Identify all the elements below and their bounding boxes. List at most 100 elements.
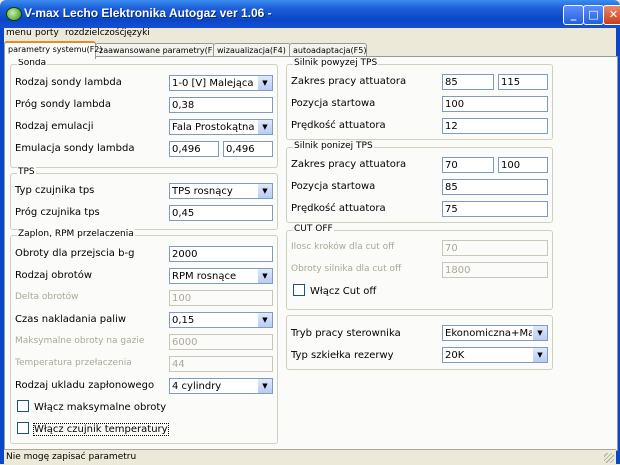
zaplon-group-title: Zaplon, RPM przelaczenia	[17, 229, 135, 239]
cutoff-checkbox[interactable]: Włącz Cut off	[293, 284, 376, 297]
rodzaj-sondy-value: 1-0 [V] Malejąca	[172, 78, 254, 89]
silnik-powyzej-group: Silnik powyzej TPS Zakres pracy attuator…	[286, 58, 553, 140]
silnik-ponizej-title: Silnik ponizej TPS	[293, 141, 374, 151]
tab-parametry-systemu[interactable]: parametry systemu(F2)	[4, 41, 103, 59]
powyzej-predkosc-label: Prędkość attuatora	[291, 120, 386, 131]
tryb-pracy-label: Tryb pracy sterownika	[291, 328, 401, 339]
app-icon	[6, 7, 22, 21]
ponizej-predkosc-input[interactable]: 75	[442, 201, 548, 217]
typ-czujnika-tps-label: Typ czujnika tps	[15, 185, 95, 196]
menu-item-porty[interactable]: porty	[35, 28, 59, 38]
ponizej-zakres-input-1[interactable]: 70	[442, 157, 494, 173]
dropdown-arrow-icon: ▼	[532, 326, 547, 340]
czujnik-temperatury-checkbox[interactable]: Włącz czujnik temperatury	[17, 422, 169, 436]
tryb-pracy-value: Ekonomiczna+Max	[445, 328, 541, 339]
obroty-przejscia-input[interactable]: 2000	[169, 246, 273, 262]
dropdown-arrow-icon: ▼	[257, 313, 272, 327]
rodzaj-emulacji-value: Fala Prostokątna	[172, 122, 255, 133]
prog-czujnika-tps-input[interactable]: 0,45	[169, 205, 273, 221]
menu-item-rozdzielczosc[interactable]: rozdzielczość	[65, 28, 125, 38]
sonda-group: Sonda Rodzaj sondy lambda 1-0 [V] Maleją…	[10, 58, 278, 168]
cutoff-obroty-input: 1800	[442, 262, 548, 278]
dropdown-arrow-icon: ▼	[257, 120, 272, 134]
typ-czujnika-tps-select[interactable]: TPS rosnący ▼	[169, 183, 273, 199]
rodzaj-ukladu-label: Rodzaj ukladu zapłonowego	[15, 380, 155, 391]
menu-item-menu[interactable]: menu	[6, 28, 32, 38]
rodzaj-emulacji-label: Rodzaj emulacji	[15, 121, 94, 132]
cutoff-checkbox-label: Włącz Cut off	[310, 286, 377, 297]
powyzej-predkosc-input[interactable]: 12	[442, 118, 548, 134]
rodzaj-emulacji-select[interactable]: Fala Prostokątna ▼	[169, 119, 273, 135]
rodzaj-ukladu-value: 4 cylindry	[172, 381, 222, 392]
powyzej-zakres-input-1[interactable]: 85	[442, 74, 494, 90]
typ-szkielka-label: Typ szkiełka rezerwy	[291, 350, 394, 361]
obroty-przejscia-label: Obroty dla przejscia b-g	[15, 248, 135, 259]
prog-czujnika-tps-label: Próg czujnika tps	[15, 207, 100, 218]
rodzaj-obrotow-value: RPM rosnące	[172, 271, 237, 282]
maksymalne-obroty-checkbox[interactable]: Włącz maksymalne obroty	[17, 400, 166, 413]
menu-bar: menu porty rozdzielczość języki	[4, 28, 616, 41]
status-text: Nie mogę zapisać parametru	[6, 452, 137, 462]
tab-strip: parametry systemu(F2) zaawansowane param…	[4, 41, 616, 59]
emulacja-sondy-input-2[interactable]: 0,496	[223, 141, 273, 157]
dropdown-arrow-icon: ▼	[257, 184, 272, 198]
temperatura-przelaczenia-label: Temperatura przełaczenia	[15, 358, 132, 368]
ponizej-pozycja-label: Pozycja startowa	[291, 181, 376, 192]
delta-obrotow-input: 100	[169, 290, 273, 306]
rodzaj-ukladu-select[interactable]: 4 cylindry ▼	[169, 378, 273, 394]
ponizej-zakres-label: Zakres pracy attuatora	[291, 159, 407, 170]
tryb-pracy-group: Tryb pracy sterownika Ekonomiczna+Max ▼ …	[286, 315, 553, 370]
powyzej-pozycja-input[interactable]: 100	[442, 96, 548, 112]
delta-obrotow-label: Delta obrotów	[15, 292, 79, 302]
tab-panel: Sonda Rodzaj sondy lambda 1-0 [V] Maleją…	[4, 56, 618, 451]
powyzej-zakres-input-2[interactable]: 115	[498, 74, 548, 90]
cutoff-group: CUT OFF Ilosc kroków dla cut off 70 Obro…	[286, 224, 553, 310]
tab-zaawansowane-parametry[interactable]: zaawansowane parametry(F3)	[95, 43, 221, 57]
czas-nakladania-value: 0,15	[172, 315, 195, 326]
window-title: V-max Lecho Elektronika Autogaz ver 1.06…	[24, 6, 272, 20]
typ-szkielka-value: 20K	[445, 350, 465, 361]
title-bar[interactable]: V-max Lecho Elektronika Autogaz ver 1.06…	[0, 0, 620, 28]
tps-group-title: TPS	[17, 167, 36, 177]
silnik-powyzej-title: Silnik powyzej TPS	[293, 58, 379, 68]
ponizej-pozycja-input[interactable]: 85	[442, 179, 548, 195]
prog-sondy-label: Próg sondy lambda	[15, 99, 111, 110]
czas-nakladania-select[interactable]: 0,15 ▼	[169, 312, 273, 328]
powyzej-zakres-label: Zakres pracy attuatora	[291, 76, 407, 87]
minimize-button[interactable]: _	[563, 5, 584, 25]
tab-autoadaptacja[interactable]: autoadaptacja(F5)	[289, 43, 367, 57]
dropdown-arrow-icon: ▼	[257, 379, 272, 393]
ponizej-zakres-input-2[interactable]: 100	[498, 157, 548, 173]
powyzej-pozycja-label: Pozycja startowa	[291, 98, 376, 109]
rodzaj-obrotow-label: Rodzaj obrotów	[15, 270, 92, 281]
menu-item-jezyki[interactable]: języki	[124, 28, 150, 38]
czujnik-temperatury-checkbox-label: Włącz czujnik temperatury	[33, 423, 169, 436]
resize-grip-icon[interactable]	[604, 453, 614, 463]
cutoff-kroki-label: Ilosc kroków dla cut off	[291, 242, 395, 252]
maksymalne-obroty-input: 6000	[169, 334, 273, 350]
rodzaj-sondy-select[interactable]: 1-0 [V] Malejąca ▼	[169, 75, 273, 91]
dropdown-arrow-icon: ▼	[257, 269, 272, 283]
tab-wizualizacja[interactable]: wizaualizacja(F4)	[213, 43, 291, 57]
emulacja-sondy-input-1[interactable]: 0,496	[169, 141, 219, 157]
tps-group: TPS Typ czujnika tps TPS rosnący ▼ Próg …	[10, 167, 278, 230]
checkbox-icon	[17, 422, 29, 434]
maximize-button[interactable]: □	[583, 5, 604, 25]
dropdown-arrow-icon: ▼	[532, 348, 547, 362]
close-button[interactable]: ✕	[603, 5, 620, 25]
silnik-ponizej-group: Silnik ponizej TPS Zakres pracy attuator…	[286, 141, 553, 223]
ponizej-predkosc-label: Prędkość attuatora	[291, 203, 386, 214]
dropdown-arrow-icon: ▼	[257, 76, 272, 90]
status-bar: Nie mogę zapisać parametru	[4, 449, 616, 465]
tryb-pracy-select[interactable]: Ekonomiczna+Max ▼	[442, 325, 548, 341]
rodzaj-obrotow-select[interactable]: RPM rosnące ▼	[169, 268, 273, 284]
sonda-group-title: Sonda	[17, 58, 48, 68]
typ-szkielka-select[interactable]: 20K ▼	[442, 347, 548, 363]
prog-sondy-input[interactable]: 0,38	[169, 97, 273, 113]
emulacja-sondy-label: Emulacja sondy lambda	[15, 143, 135, 154]
cutoff-kroki-input: 70	[442, 240, 548, 256]
maksymalne-obroty-label: Maksymalne obroty na gazie	[15, 336, 145, 346]
checkbox-icon	[17, 400, 29, 412]
cutoff-title: CUT OFF	[293, 224, 334, 234]
maksymalne-obroty-checkbox-label: Włącz maksymalne obroty	[34, 402, 167, 413]
